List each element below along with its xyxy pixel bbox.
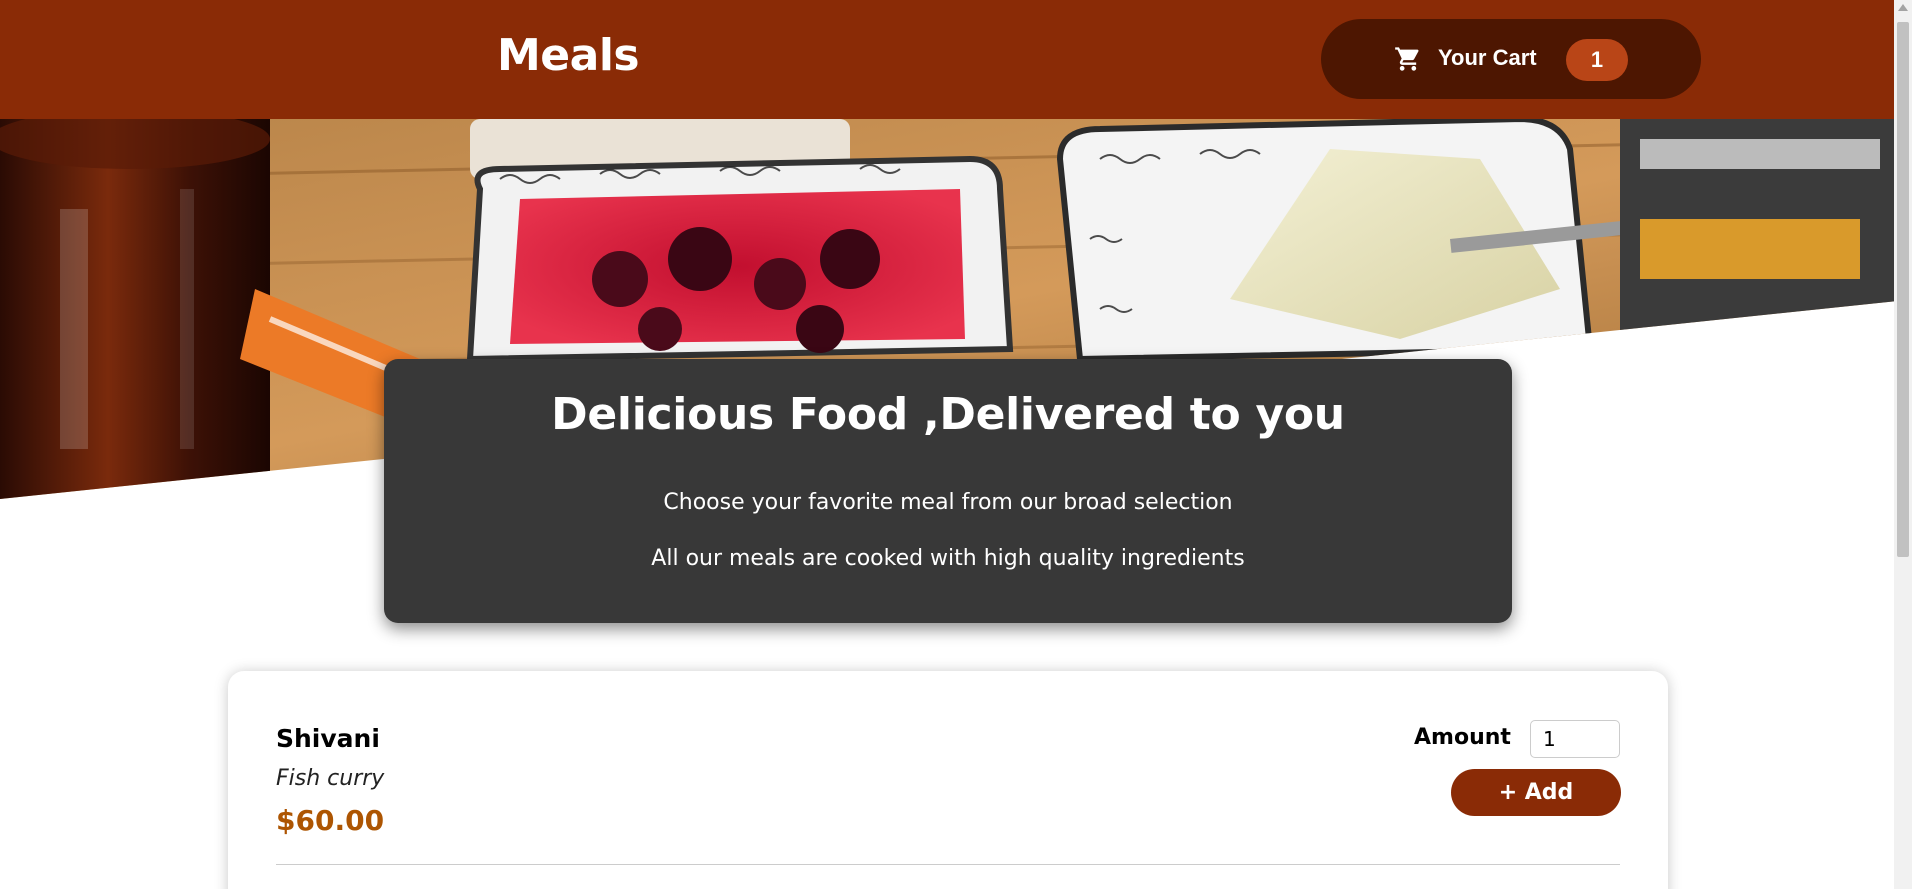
summary-line-1: Choose your favorite meal from our broad…: [663, 490, 1233, 515]
summary-line-2: All our meals are cooked with high quali…: [651, 546, 1245, 571]
scrollbar-thumb[interactable]: [1897, 22, 1909, 557]
cart-label: Your Cart: [1438, 45, 1537, 70]
meal-description: Fish curry: [276, 766, 385, 791]
summary-title: Delicious Food ,Delivered to you: [551, 389, 1345, 440]
cart-button[interactable]: Your Cart 1: [1321, 19, 1701, 99]
meals-list-card: Shivani Fish curry $60.00 Amount + Add: [228, 671, 1668, 889]
cart-icon: [1394, 45, 1422, 73]
meal-price: $60.00: [276, 804, 385, 837]
meal-name: Shivani: [276, 724, 380, 753]
meal-item: Shivani Fish curry $60.00 Amount + Add: [276, 671, 1621, 865]
amount-label: Amount: [1414, 725, 1511, 750]
page: Meals Your Cart 1 Delicious Food ,Delive…: [0, 0, 1912, 889]
vertical-scrollbar[interactable]: [1894, 0, 1912, 889]
summary-panel: Delicious Food ,Delivered to you Choose …: [384, 359, 1512, 623]
cart-count-badge: 1: [1566, 39, 1628, 81]
add-to-cart-button[interactable]: + Add: [1451, 769, 1621, 816]
scroll-up-arrow-icon[interactable]: [1898, 4, 1908, 11]
amount-input[interactable]: [1530, 720, 1620, 758]
brand-title: Meals: [497, 30, 640, 81]
app-header: Meals Your Cart 1: [0, 0, 1894, 119]
